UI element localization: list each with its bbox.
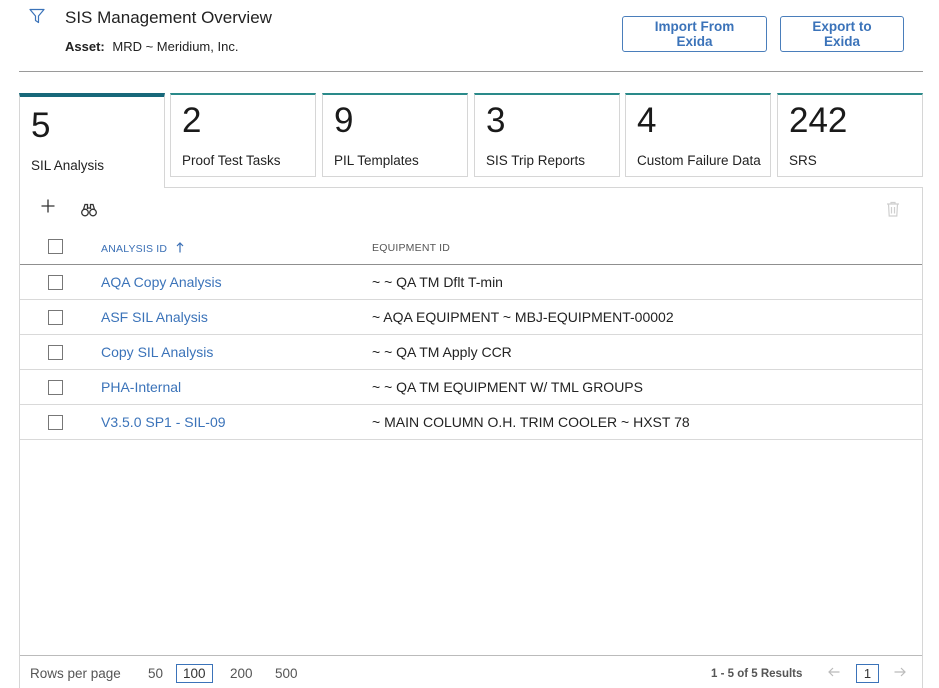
- import-from-exida-button[interactable]: Import From Exida: [622, 16, 767, 52]
- header-divider: [19, 71, 923, 72]
- export-to-exida-button[interactable]: Export to Exida: [780, 16, 904, 52]
- tile-count: 9: [334, 101, 354, 140]
- filter-icon[interactable]: [29, 8, 45, 24]
- tile-count: 3: [486, 101, 506, 140]
- tile-proof-test-tasks[interactable]: 2 Proof Test Tasks: [170, 93, 316, 177]
- tile-label: Proof Test Tasks: [182, 153, 281, 168]
- table-row: AQA Copy Analysis ~ ~ QA TM Dflt T-min: [20, 265, 922, 300]
- analysis-id-link[interactable]: V3.5.0 SP1 - SIL-09: [101, 414, 226, 430]
- tile-label: PIL Templates: [334, 153, 419, 168]
- tile-srs[interactable]: 242 SRS: [777, 93, 923, 177]
- table-header: ANALYSIS ID EQUIPMENT ID: [20, 230, 922, 265]
- equipment-id-cell: ~ MAIN COLUMN O.H. TRIM COOLER ~ HXST 78: [372, 414, 690, 430]
- previous-page-icon[interactable]: [828, 667, 840, 677]
- tile-label: SIL Analysis: [31, 158, 105, 173]
- summary-tiles: 5 SIL Analysis 2 Proof Test Tasks 9 PIL …: [19, 93, 923, 188]
- tile-custom-failure-data[interactable]: 4 Custom Failure Data: [625, 93, 771, 177]
- select-all-checkbox[interactable]: [48, 239, 63, 254]
- asset-info: Asset: MRD ~ Meridium, Inc.: [65, 39, 238, 54]
- rows-per-page-option-50[interactable]: 50: [148, 666, 163, 681]
- analysis-id-link[interactable]: ASF SIL Analysis: [101, 309, 208, 325]
- row-checkbox[interactable]: [48, 275, 63, 290]
- equipment-id-cell: ~ ~ QA TM Apply CCR: [372, 344, 512, 360]
- table-row: PHA-Internal ~ ~ QA TM EQUIPMENT W/ TML …: [20, 370, 922, 405]
- table-row: V3.5.0 SP1 - SIL-09 ~ MAIN COLUMN O.H. T…: [20, 405, 922, 440]
- binoculars-icon[interactable]: [81, 203, 97, 217]
- tile-count: 4: [637, 101, 657, 140]
- row-checkbox[interactable]: [48, 380, 63, 395]
- analysis-id-link[interactable]: PHA-Internal: [101, 379, 181, 395]
- tile-label: SRS: [789, 153, 817, 168]
- next-page-icon[interactable]: [894, 667, 906, 677]
- column-header-analysis-id[interactable]: ANALYSIS ID: [101, 242, 184, 255]
- tile-pil-templates[interactable]: 9 PIL Templates: [322, 93, 468, 177]
- trash-icon[interactable]: [886, 201, 900, 217]
- tile-label: Custom Failure Data: [637, 153, 761, 168]
- tile-label: SIS Trip Reports: [486, 153, 586, 168]
- plus-icon[interactable]: [41, 199, 55, 213]
- current-page-indicator[interactable]: 1: [856, 664, 879, 683]
- rows-per-page-label: Rows per page: [30, 666, 121, 681]
- tile-count: 242: [789, 101, 848, 140]
- row-checkbox[interactable]: [48, 345, 63, 360]
- asset-value: MRD ~ Meridium, Inc.: [112, 39, 239, 54]
- column-header-equipment-id[interactable]: EQUIPMENT ID: [372, 242, 450, 254]
- rows-per-page-option-100[interactable]: 100: [176, 664, 213, 683]
- tile-count: 2: [182, 101, 202, 140]
- analysis-id-link[interactable]: Copy SIL Analysis: [101, 344, 213, 360]
- table-row: Copy SIL Analysis ~ ~ QA TM Apply CCR: [20, 335, 922, 370]
- row-checkbox[interactable]: [48, 415, 63, 430]
- analysis-id-link[interactable]: AQA Copy Analysis: [101, 274, 222, 290]
- tile-sis-trip-reports[interactable]: 3 SIS Trip Reports: [474, 93, 620, 177]
- page-header: SIS Management Overview Asset: MRD ~ Mer…: [0, 0, 939, 72]
- equipment-id-cell: ~ ~ QA TM Dflt T-min: [372, 274, 503, 290]
- page-title: SIS Management Overview: [65, 8, 272, 27]
- table-row: ASF SIL Analysis ~ AQA EQUIPMENT ~ MBJ-E…: [20, 300, 922, 335]
- tile-sil-analysis[interactable]: 5 SIL Analysis: [19, 93, 165, 188]
- row-checkbox[interactable]: [48, 310, 63, 325]
- tile-count: 5: [31, 106, 51, 145]
- pagination-footer: Rows per page 50 100 200 500 1 - 5 of 5 …: [20, 655, 922, 688]
- rows-per-page-option-500[interactable]: 500: [275, 666, 298, 681]
- sort-ascending-icon: [176, 242, 184, 253]
- equipment-id-cell: ~ AQA EQUIPMENT ~ MBJ-EQUIPMENT-00002: [372, 309, 674, 325]
- sil-analysis-panel: ANALYSIS ID EQUIPMENT ID AQA Copy Analys…: [19, 187, 923, 688]
- results-count: 1 - 5 of 5 Results: [711, 668, 803, 680]
- equipment-id-cell: ~ ~ QA TM EQUIPMENT W/ TML GROUPS: [372, 379, 643, 395]
- column-header-label: ANALYSIS ID: [101, 243, 168, 255]
- asset-label: Asset:: [65, 39, 105, 54]
- rows-per-page-option-200[interactable]: 200: [230, 666, 253, 681]
